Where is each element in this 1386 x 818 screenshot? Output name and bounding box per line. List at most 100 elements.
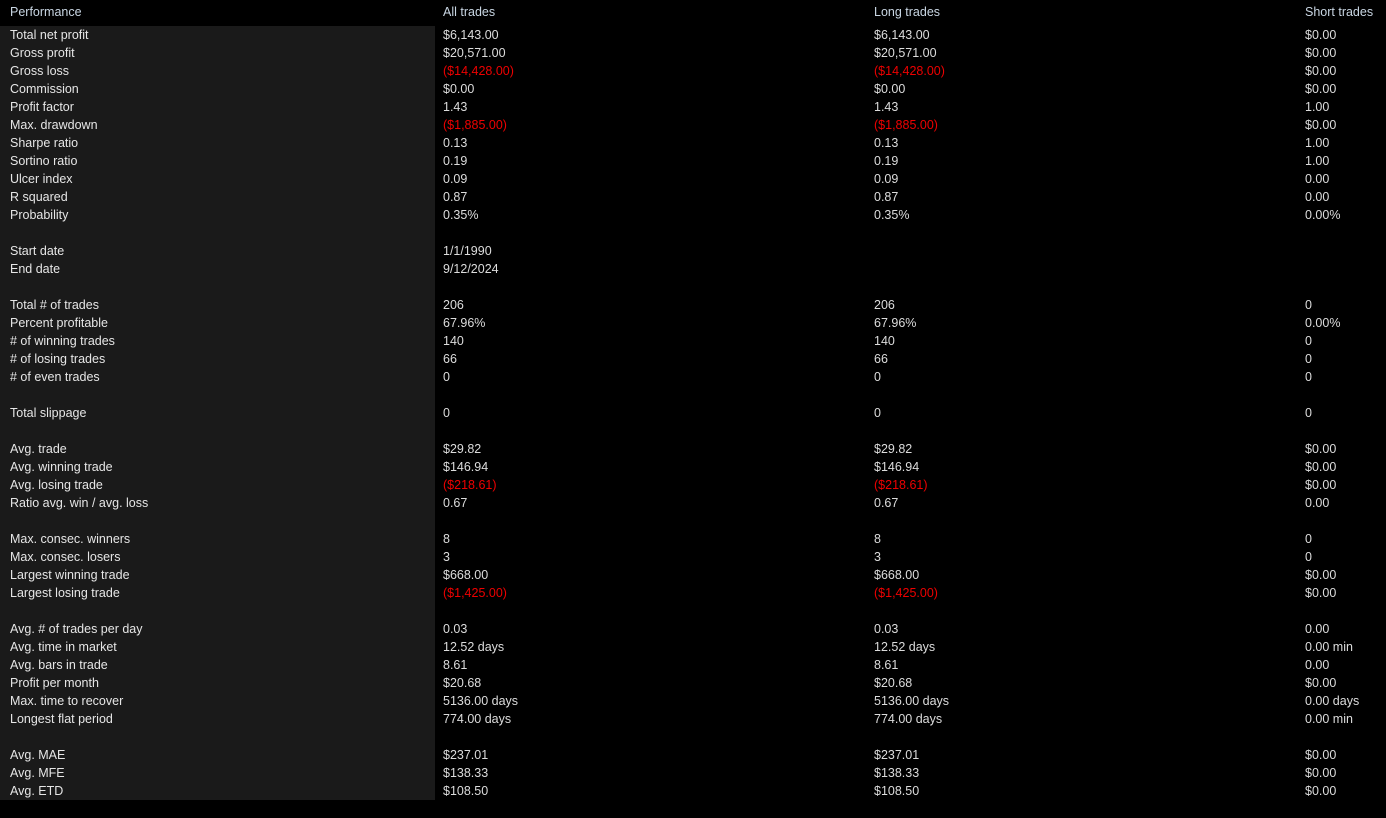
table-row[interactable]: Gross profit $20,571.00 $20,571.00 $0.00 [0, 44, 1386, 62]
metric-value-all-trades: ($1,425.00) [443, 586, 507, 600]
performance-report: Performance All trades Long trades Short… [0, 0, 1386, 818]
table-row[interactable]: Avg. # of trades per day 0.03 0.03 0.00 [0, 620, 1386, 638]
metric-label: Avg. MFE [10, 766, 65, 780]
metric-value-long-trades: 0.03 [874, 622, 899, 636]
metric-value-long-trades: 67.96% [874, 316, 917, 330]
table-row[interactable]: Avg. trade $29.82 $29.82 $0.00 [0, 440, 1386, 458]
table-row[interactable]: Profit factor 1.43 1.43 1.00 [0, 98, 1386, 116]
metric-value-all-trades: 1/1/1990 [443, 244, 492, 258]
table-row[interactable]: # of losing trades 66 66 0 [0, 350, 1386, 368]
metric-value-all-trades: 8.61 [443, 658, 468, 672]
metric-value-short-trades: $0.00 [1305, 460, 1337, 474]
metric-value-all-trades: 0.19 [443, 154, 468, 168]
column-header-performance[interactable]: Performance [10, 5, 82, 20]
report-header-row: Performance All trades Long trades Short… [0, 0, 1386, 26]
metric-value-short-trades: 0 [1305, 532, 1312, 546]
column-header-short-trades[interactable]: Short trades [1305, 5, 1373, 20]
metric-label: # of winning trades [10, 334, 115, 348]
metric-label: Largest losing trade [10, 586, 120, 600]
metric-value-long-trades: ($218.61) [874, 478, 928, 492]
table-row[interactable]: # of even trades 0 0 0 [0, 368, 1386, 386]
metric-value-all-trades: $20.68 [443, 676, 482, 690]
metric-label: Largest winning trade [10, 568, 130, 582]
metric-value-long-trades: 1.43 [874, 100, 899, 114]
metric-value-long-trades: 5136.00 days [874, 694, 950, 708]
table-row[interactable]: Commission $0.00 $0.00 $0.00 [0, 80, 1386, 98]
metric-value-short-trades: $0.00 [1305, 28, 1337, 42]
table-row[interactable]: Largest losing trade ($1,425.00) ($1,425.0… [0, 584, 1386, 602]
metric-value-long-trades: $668.00 [874, 568, 920, 582]
metric-label: Avg. bars in trade [10, 658, 108, 672]
table-row[interactable]: Gross loss ($14,428.00) ($14,428.00) $0.00 [0, 62, 1386, 80]
table-row[interactable]: Total # of trades 206 206 0 [0, 296, 1386, 314]
table-row[interactable]: R squared 0.87 0.87 0.00 [0, 188, 1386, 206]
metric-label: Longest flat period [10, 712, 113, 726]
table-row[interactable]: Avg. ETD $108.50 $108.50 $0.00 [0, 782, 1386, 800]
table-row-spacer [0, 602, 1386, 620]
table-row[interactable]: Avg. MFE $138.33 $138.33 $0.00 [0, 764, 1386, 782]
metric-value-long-trades: 3 [874, 550, 881, 564]
metric-value-all-trades: 9/12/2024 [443, 262, 499, 276]
metric-value-long-trades: 0.13 [874, 136, 899, 150]
table-row[interactable]: Avg. winning trade $146.94 $146.94 $0.00 [0, 458, 1386, 476]
metric-value-all-trades: 0.67 [443, 496, 468, 510]
column-header-long-trades[interactable]: Long trades [874, 5, 940, 20]
table-row[interactable]: Probability 0.35% 0.35% 0.00% [0, 206, 1386, 224]
table-row[interactable]: Avg. bars in trade 8.61 8.61 0.00 [0, 656, 1386, 674]
table-row[interactable]: Avg. MAE $237.01 $237.01 $0.00 [0, 746, 1386, 764]
table-row[interactable]: Longest flat period 774.00 days 774.00 day… [0, 710, 1386, 728]
metric-value-all-trades: $668.00 [443, 568, 489, 582]
metric-label: Avg. MAE [10, 748, 66, 762]
metric-value-long-trades: 8.61 [874, 658, 899, 672]
table-row[interactable]: Max. consec. losers 3 3 0 [0, 548, 1386, 566]
table-row[interactable]: Largest winning trade $668.00 $668.00 $0.00 [0, 566, 1386, 584]
table-row[interactable]: End date 9/12/2024 [0, 260, 1386, 278]
metric-label: Avg. winning trade [10, 460, 113, 474]
metric-value-long-trades: 66 [874, 352, 888, 366]
metric-value-short-trades: 0.00 min [1305, 640, 1353, 654]
metric-value-short-trades: 0 [1305, 370, 1312, 384]
metric-label: Probability [10, 208, 69, 222]
table-row-spacer [0, 728, 1386, 746]
table-row[interactable]: Avg. time in market 12.52 days 12.52 days 0… [0, 638, 1386, 656]
metric-label: Sortino ratio [10, 154, 78, 168]
metric-value-all-trades: $29.82 [443, 442, 482, 456]
metric-value-all-trades: 1.43 [443, 100, 468, 114]
metric-value-all-trades: $108.50 [443, 784, 489, 798]
metric-value-all-trades: ($14,428.00) [443, 64, 514, 78]
metric-value-all-trades: 66 [443, 352, 457, 366]
table-row[interactable]: Ratio avg. win / avg. loss 0.67 0.67 0.00 [0, 494, 1386, 512]
metric-value-all-trades: $138.33 [443, 766, 489, 780]
metric-label: R squared [10, 190, 68, 204]
metric-value-short-trades: $0.00 [1305, 766, 1337, 780]
metric-value-short-trades: 0.00% [1305, 208, 1341, 222]
table-row[interactable]: Start date 1/1/1990 [0, 242, 1386, 260]
metric-value-short-trades: 0.00 [1305, 658, 1330, 672]
table-row[interactable]: Percent profitable 67.96% 67.96% 0.00% [0, 314, 1386, 332]
metric-value-long-trades: 0 [874, 370, 881, 384]
metric-label: Sharpe ratio [10, 136, 79, 150]
table-row[interactable]: Max. drawdown ($1,885.00) ($1,885.00) $0.00 [0, 116, 1386, 134]
metric-value-all-trades: 140 [443, 334, 464, 348]
table-row[interactable]: Avg. losing trade ($218.61) ($218.61) $0.00 [0, 476, 1386, 494]
metric-value-short-trades: 0.00% [1305, 316, 1341, 330]
metric-value-long-trades: 140 [874, 334, 895, 348]
table-row[interactable]: Profit per month $20.68 $20.68 $0.00 [0, 674, 1386, 692]
table-row[interactable]: Max. consec. winners 8 8 0 [0, 530, 1386, 548]
table-row[interactable]: Total net profit $6,143.00 $6,143.00 $0.00 [0, 26, 1386, 44]
metric-label: Ulcer index [10, 172, 73, 186]
table-row[interactable]: Sharpe ratio 0.13 0.13 1.00 [0, 134, 1386, 152]
table-row[interactable]: Ulcer index 0.09 0.09 0.00 [0, 170, 1386, 188]
table-row[interactable]: Total slippage 0 0 0 [0, 404, 1386, 422]
table-row[interactable]: Max. time to recover 5136.00 days 5136.00 … [0, 692, 1386, 710]
table-row[interactable]: Sortino ratio 0.19 0.19 1.00 [0, 152, 1386, 170]
table-row-spacer [0, 386, 1386, 404]
table-row[interactable]: # of winning trades 140 140 0 [0, 332, 1386, 350]
metric-value-all-trades: $237.01 [443, 748, 489, 762]
metric-value-all-trades: $20,571.00 [443, 46, 506, 60]
metric-value-long-trades: 0.35% [874, 208, 910, 222]
metric-value-short-trades: 0 [1305, 550, 1312, 564]
metric-value-short-trades: 1.00 [1305, 136, 1330, 150]
column-header-all-trades[interactable]: All trades [443, 5, 495, 20]
metric-value-long-trades: ($1,425.00) [874, 586, 938, 600]
